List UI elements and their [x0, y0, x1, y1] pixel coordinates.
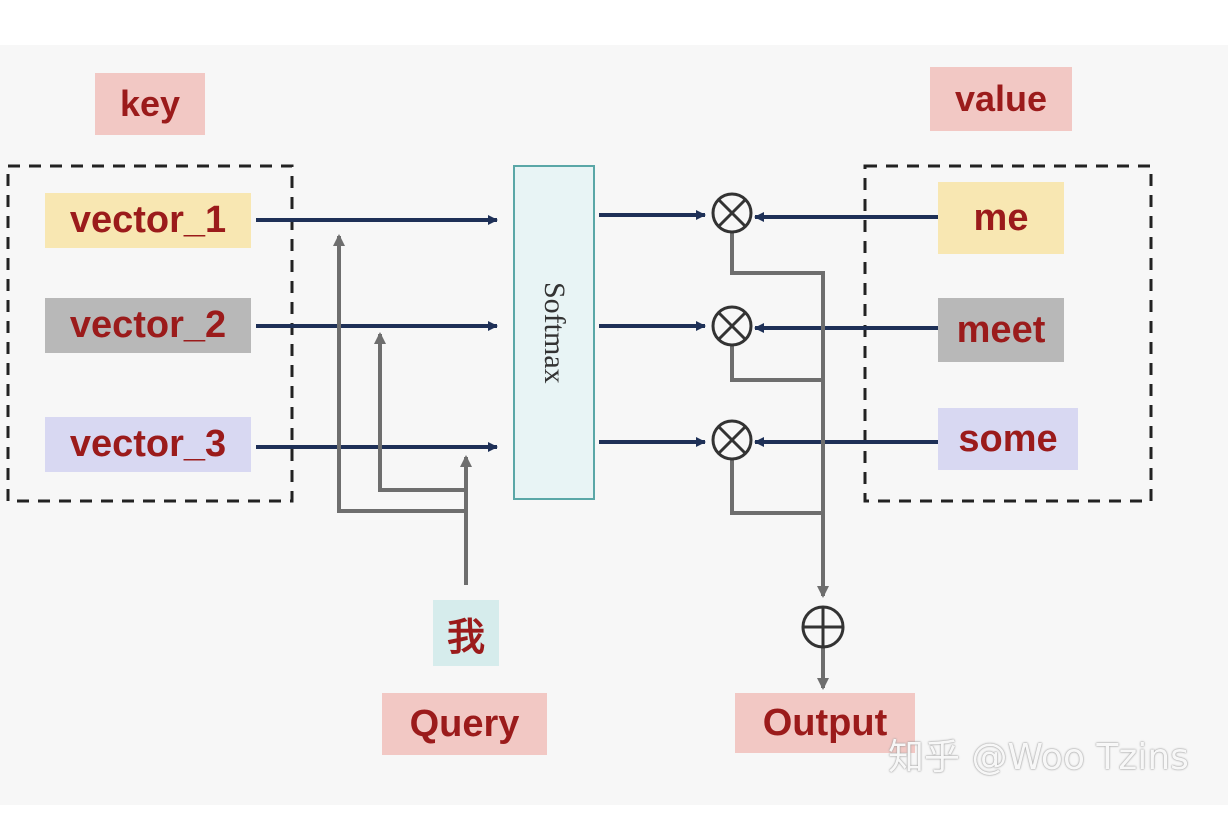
- value-item-meet: meet: [938, 298, 1064, 362]
- key-vector-2: vector_2: [45, 298, 251, 353]
- sum-icon: [801, 605, 845, 649]
- query-label: Query: [382, 693, 547, 755]
- key-vector-1: vector_1: [45, 193, 251, 248]
- value-item-some: some: [938, 408, 1078, 470]
- query-to-key2-line: [374, 332, 466, 492]
- query-token: 我: [433, 600, 499, 666]
- key-title: key: [95, 73, 205, 135]
- multiply-icon: [711, 192, 753, 234]
- watermark: 知乎 @Woo Tzins: [888, 737, 1189, 778]
- key-vector-3: vector_3: [45, 417, 251, 472]
- mult1-to-sum-line: [730, 233, 829, 598]
- attention-diagram: key vector_1 vector_2 vector_3 Softmax v…: [0, 0, 1228, 822]
- softmax-label: Softmax: [538, 281, 571, 384]
- value-item-me: me: [938, 182, 1064, 254]
- mult2-to-sum-line: [730, 345, 823, 382]
- value-title: value: [930, 67, 1072, 131]
- mult3-to-sum-line: [730, 460, 823, 515]
- query-to-key1-line: [333, 234, 468, 513]
- multiply-icon: [711, 419, 753, 461]
- softmax-box: Softmax: [513, 165, 595, 500]
- multiply-icon: [711, 305, 753, 347]
